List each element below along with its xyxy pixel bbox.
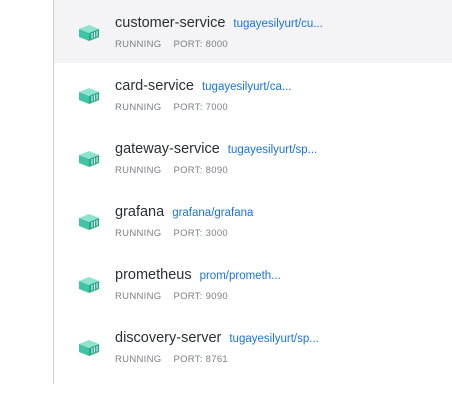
image-link[interactable]: tugayesilyurt/sp...: [228, 144, 317, 156]
status-text: RUNNING: [115, 354, 162, 365]
container-name: discovery-server: [115, 330, 222, 346]
port-text: PORT: 7000: [173, 102, 229, 113]
container-row-customer-service[interactable]: customer-service tugayesilyurt/cu... RUN…: [54, 0, 452, 63]
container-icon: [79, 88, 99, 104]
port-text: PORT: 3000: [173, 228, 229, 239]
container-name: grafana: [115, 204, 165, 220]
container-icon: [79, 214, 99, 230]
status-text: RUNNING: [115, 228, 162, 239]
container-name: prometheus: [115, 267, 192, 283]
status-text: RUNNING: [115, 102, 162, 113]
container-name: gateway-service: [115, 141, 220, 157]
image-link[interactable]: tugayesilyurt/ca...: [202, 81, 291, 93]
container-row-grafana[interactable]: grafana grafana/grafana RUNNING PORT: 300…: [54, 189, 452, 252]
container-row-discovery-server[interactable]: discovery-server tugayesilyurt/sp... RUN…: [54, 315, 452, 378]
status-text: RUNNING: [115, 39, 162, 50]
image-link[interactable]: tugayesilyurt/sp...: [229, 333, 318, 345]
container-icon: [79, 151, 99, 167]
status-text: RUNNING: [115, 291, 162, 302]
container-icon: [79, 25, 99, 41]
container-row-card-service[interactable]: card-service tugayesilyurt/ca... RUNNING…: [54, 63, 452, 126]
image-link[interactable]: tugayesilyurt/cu...: [233, 18, 322, 30]
container-row-prometheus[interactable]: prometheus prom/prometh... RUNNING PORT: …: [54, 252, 452, 315]
image-link[interactable]: prom/prometh...: [200, 270, 281, 282]
container-list: customer-service tugayesilyurt/cu... RUN…: [54, 0, 452, 405]
port-text: PORT: 9090: [173, 291, 229, 302]
container-row-gateway-service[interactable]: gateway-service tugayesilyurt/sp... RUNN…: [54, 126, 452, 189]
container-icon: [79, 277, 99, 293]
container-icon: [79, 340, 99, 356]
container-name: customer-service: [115, 15, 226, 31]
status-text: RUNNING: [115, 165, 162, 176]
port-text: PORT: 8000: [173, 39, 229, 50]
container-name: card-service: [115, 78, 194, 94]
port-text: PORT: 8761: [173, 354, 229, 365]
port-text: PORT: 8090: [173, 165, 229, 176]
image-link[interactable]: grafana/grafana: [172, 207, 253, 219]
